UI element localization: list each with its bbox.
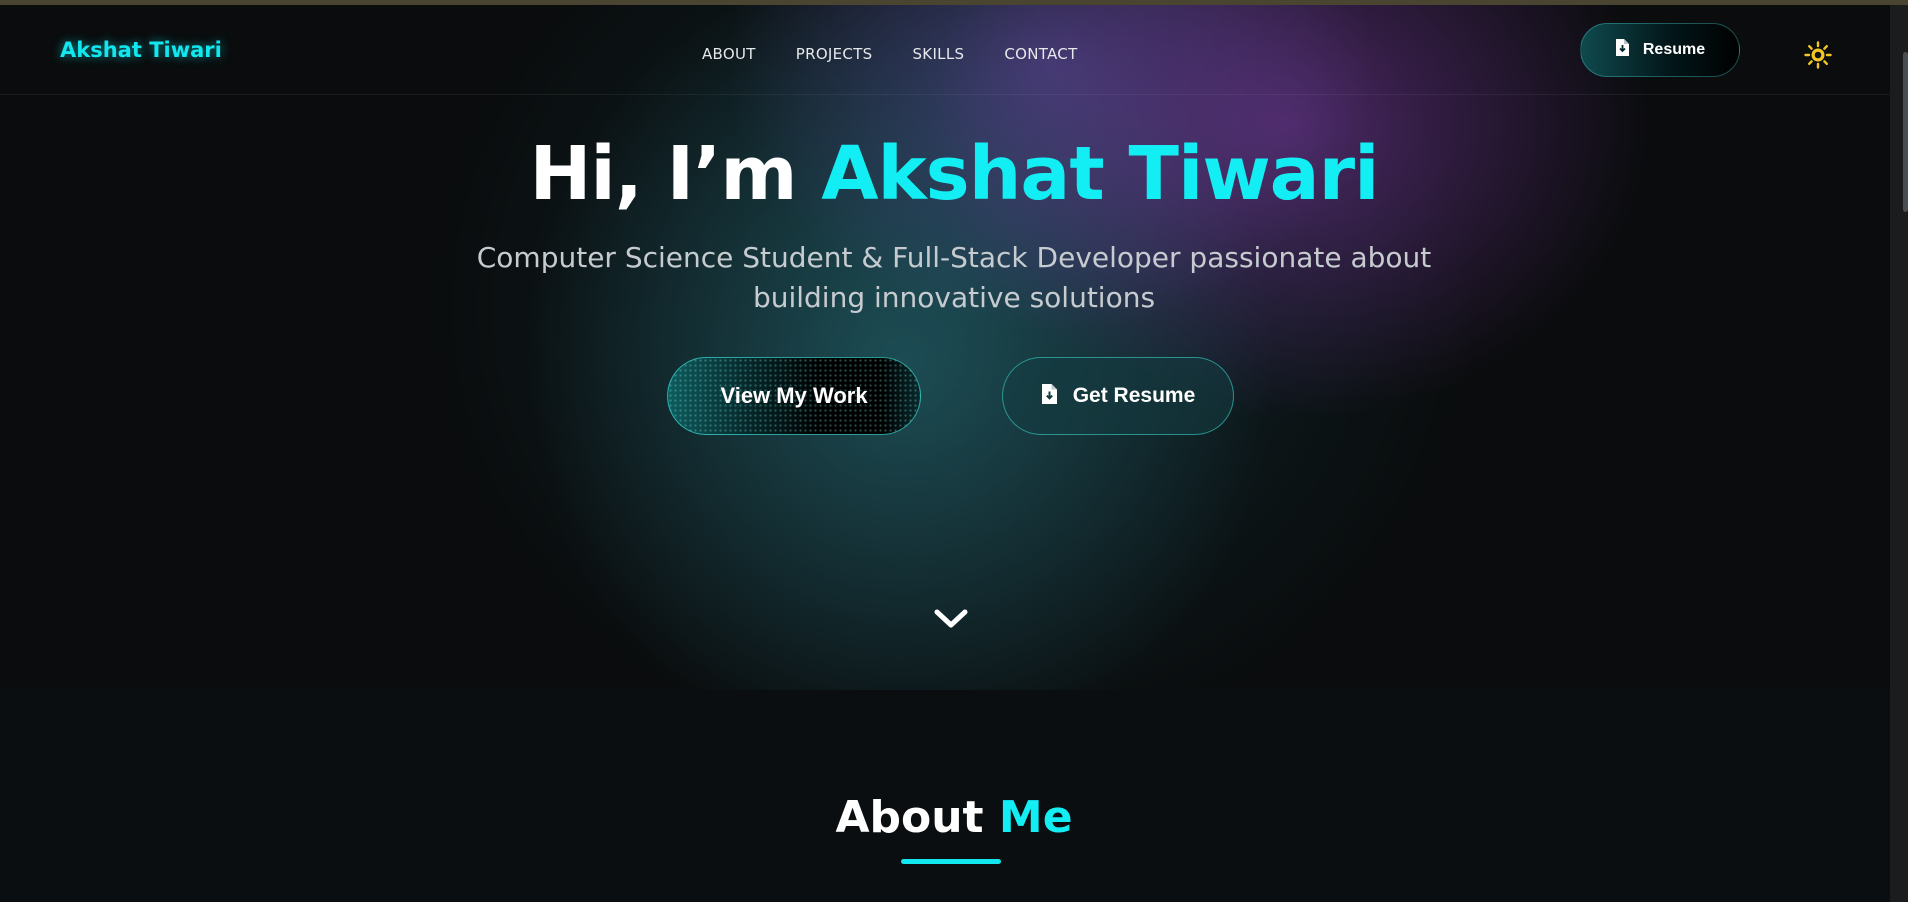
navbar: Akshat Tiwari ABOUT PROJECTS SKILLS CONT… — [0, 5, 1890, 95]
nav-link-skills[interactable]: SKILLS — [912, 45, 964, 63]
hero-subtitle: Computer Science Student & Full-Stack De… — [476, 241, 1432, 314]
about-title-underline — [901, 859, 1001, 864]
hero-title: Hi, I’m Akshat Tiwari — [0, 130, 1908, 218]
file-download-icon — [1041, 383, 1057, 409]
scroll-down-button[interactable] — [931, 604, 971, 634]
nav-link-about[interactable]: ABOUT — [702, 45, 756, 63]
theme-toggle-button[interactable] — [1804, 41, 1832, 69]
get-resume-label: Get Resume — [1072, 384, 1196, 407]
brand-logo[interactable]: Akshat Tiwari — [60, 38, 222, 62]
hero-name: Akshat Tiwari — [821, 131, 1379, 217]
sun-icon — [1804, 41, 1832, 69]
nav-link-contact[interactable]: CONTACT — [1004, 45, 1077, 63]
view-my-work-label: View My Work — [720, 383, 868, 408]
nav-link-projects[interactable]: PROJECTS — [796, 45, 873, 63]
resume-button[interactable]: Resume — [1580, 23, 1740, 77]
get-resume-button[interactable]: Get Resume — [1002, 357, 1234, 435]
nav-links: ABOUT PROJECTS SKILLS CONTACT — [702, 45, 1118, 63]
file-download-icon — [1615, 39, 1629, 61]
hero-greeting: Hi, I’m — [529, 131, 822, 217]
about-title-prefix: About — [835, 792, 999, 843]
chevron-down-icon — [934, 609, 968, 628]
about-title-accent: Me — [998, 792, 1073, 843]
scrollbar-thumb[interactable] — [1903, 52, 1908, 212]
view-my-work-button[interactable]: View My Work — [667, 357, 921, 435]
about-section-title: About Me — [0, 790, 1908, 846]
hero-background — [0, 5, 1908, 690]
resume-button-label: Resume — [1642, 41, 1706, 58]
